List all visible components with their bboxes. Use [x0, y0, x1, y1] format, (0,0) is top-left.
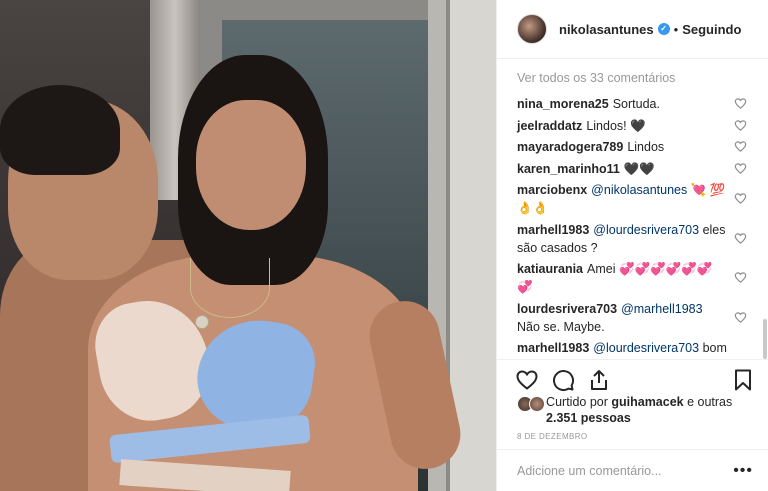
- comment-item: karen_marinho11 🖤🖤: [517, 160, 749, 178]
- comment-like-heart-icon[interactable]: [734, 311, 747, 324]
- bookmark-icon[interactable]: [731, 368, 755, 392]
- scroll-thumb[interactable]: [763, 319, 767, 359]
- comment-author-link[interactable]: katiaurania: [517, 262, 583, 276]
- liker-avatars[interactable]: [517, 394, 545, 414]
- comment-mention-link[interactable]: @lourdesrivera703: [593, 341, 699, 355]
- comment-like-heart-icon[interactable]: [734, 162, 747, 175]
- comment-input[interactable]: [517, 463, 717, 478]
- likes-prefix: Curtido por: [546, 395, 612, 409]
- likes-middle: e outras: [683, 395, 733, 409]
- comment-item: marhell1983@lourdesrivera703 bom no inst…: [517, 339, 749, 359]
- post-side-panel: nikolasantunes ✓ • Seguindo Ver todos os…: [496, 0, 768, 491]
- more-icon[interactable]: •••: [733, 463, 753, 479]
- comments-list[interactable]: Ver todos os 33 comentários nina_morena2…: [497, 59, 768, 359]
- action-bar: [497, 359, 768, 399]
- comment-icon[interactable]: [551, 368, 575, 392]
- comment-item: mayaradogera789 Lindos: [517, 138, 749, 156]
- separator-dot: •: [673, 21, 679, 37]
- comment-item: nina_morena25 Sortuda.: [517, 95, 749, 113]
- woman-face: [196, 100, 306, 230]
- comment-item: katiaurania Amei 💞💞💞💞💞💞💞: [517, 260, 749, 296]
- following-button[interactable]: Seguindo: [682, 22, 741, 37]
- comment-author-link[interactable]: mayaradogera789: [517, 140, 623, 154]
- comment-mention-link[interactable]: @lourdesrivera703: [593, 223, 699, 237]
- necklace: [190, 258, 270, 318]
- comment-author-link[interactable]: karen_marinho11: [517, 162, 620, 176]
- first-liker-link[interactable]: guihamacek: [611, 395, 683, 409]
- post-timestamp[interactable]: 8 DE DEZEMBRO: [517, 432, 588, 441]
- comment-author-link[interactable]: lourdesrivera703: [517, 302, 617, 316]
- comment-author-link[interactable]: jeelraddatz: [517, 119, 582, 133]
- comment-author-link[interactable]: marhell1983: [517, 223, 589, 237]
- comment-item: marhell1983 @lourdesrivera703 eles são ca…: [517, 221, 749, 257]
- comment-like-heart-icon[interactable]: [734, 271, 747, 284]
- comment-mention-link[interactable]: @nikolasantunes: [591, 183, 687, 197]
- comment-item: lourdesrivera703 @marhell1983 Não se. May…: [517, 300, 749, 336]
- comment-like-heart-icon[interactable]: [734, 232, 747, 245]
- comment-item: marciobenx @nikolasantunes 💘 💯👌👌: [517, 181, 749, 217]
- comment-author-link[interactable]: marciobenx: [517, 183, 587, 197]
- post-photo[interactable]: [0, 0, 496, 491]
- comment-author-link[interactable]: nina_morena25: [517, 97, 609, 111]
- likes-summary: Curtido por guihamacek e outras 2.351 pe…: [517, 394, 757, 430]
- view-all-comments-link[interactable]: Ver todos os 33 comentários: [517, 71, 749, 85]
- comment-like-heart-icon[interactable]: [734, 140, 747, 153]
- comment-like-heart-icon[interactable]: [734, 192, 747, 205]
- likes-text: Curtido por guihamacek e outras 2.351 pe…: [546, 394, 757, 430]
- comment-mention-link[interactable]: @marhell1983: [621, 302, 702, 316]
- comment-author-link[interactable]: marhell1983: [517, 341, 589, 355]
- comment-item: jeelraddatz Lindos! 🖤: [517, 117, 749, 135]
- liker-avatar: [529, 396, 545, 412]
- comment-like-heart-icon[interactable]: [734, 119, 747, 132]
- username-link[interactable]: nikolasantunes: [559, 22, 654, 37]
- comment-text: Sortuda.: [612, 97, 660, 111]
- likes-count-link[interactable]: 2.351 pessoas: [546, 411, 631, 425]
- comment-text: Não se. Maybe.: [517, 319, 605, 334]
- pendant: [195, 315, 209, 329]
- comments-scrollbar[interactable]: [762, 59, 768, 359]
- comment-text: Lindos: [627, 140, 665, 154]
- post-header: nikolasantunes ✓ • Seguindo: [497, 0, 768, 59]
- comment-text: Lindos! 🖤: [586, 118, 646, 133]
- verified-icon: ✓: [657, 23, 670, 35]
- comment-container: nina_morena25 Sortuda. jeelraddatz Lindos! …: [517, 95, 749, 359]
- heart-icon[interactable]: [515, 368, 539, 392]
- share-icon[interactable]: [587, 368, 611, 392]
- add-comment-bar: •••: [497, 449, 768, 491]
- comment-like-heart-icon[interactable]: [734, 97, 747, 110]
- man-hair: [0, 85, 120, 175]
- avatar[interactable]: [517, 14, 547, 44]
- comment-text: 🖤🖤: [623, 161, 655, 176]
